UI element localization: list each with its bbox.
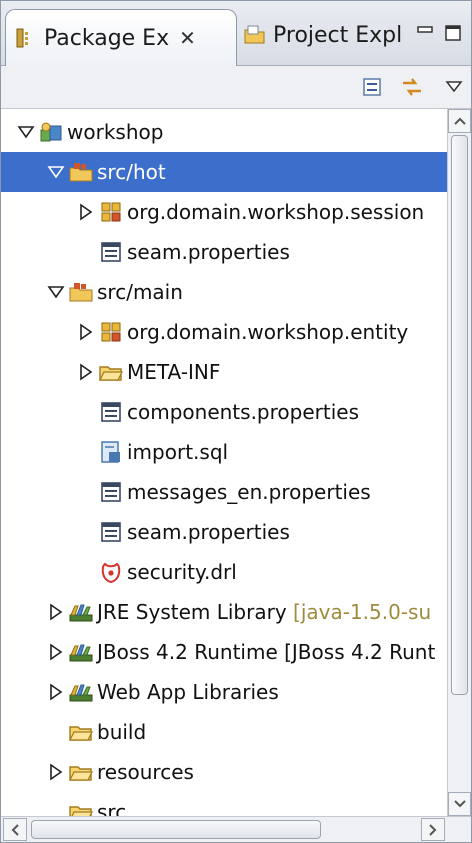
expand-triangle-icon[interactable] — [47, 763, 65, 781]
tree-item[interactable]: src — [1, 792, 447, 816]
expand-triangle-icon[interactable] — [47, 683, 65, 701]
properties-file-icon — [101, 482, 121, 502]
scroll-up-button[interactable] — [448, 109, 471, 133]
tree-item[interactable]: Web App Libraries — [1, 672, 447, 712]
expand-triangle-icon[interactable] — [77, 323, 95, 341]
tree-item[interactable]: components.properties — [1, 392, 447, 432]
properties-file-icon — [101, 242, 121, 262]
tree-item[interactable]: org.domain.workshop.entity — [1, 312, 447, 352]
tree-item[interactable]: src/hot — [1, 152, 447, 192]
expand-triangle-icon[interactable] — [47, 603, 65, 621]
folder-icon — [69, 806, 93, 816]
view-tab-bar: Package Ex ✕ Project Expl — [1, 1, 471, 66]
tree-item-label: build — [97, 720, 147, 744]
tab-project-explorer[interactable]: Project Expl — [237, 9, 407, 61]
vertical-scrollbar[interactable] — [447, 109, 471, 816]
tree-item[interactable]: META-INF — [1, 352, 447, 392]
package-explorer-icon — [16, 28, 28, 48]
scroll-left-button[interactable] — [3, 818, 27, 841]
tree-item-label: import.sql — [127, 440, 229, 464]
tree-item-label: META-INF — [127, 360, 221, 384]
source-folder-icon — [69, 283, 93, 302]
tree-item-label: security.drl — [127, 560, 237, 584]
collapse-triangle-icon[interactable] — [47, 283, 65, 301]
package-icon — [101, 322, 121, 342]
tree-item-label: seam.properties — [127, 240, 290, 264]
horizontal-scrollbar[interactable] — [1, 816, 471, 842]
link-with-editor-icon[interactable] — [399, 74, 425, 100]
collapse-all-icon[interactable] — [359, 74, 385, 100]
maximize-icon[interactable] — [443, 23, 463, 43]
tree-item[interactable]: JBoss 4.2 Runtime [JBoss 4.2 Runt — [1, 632, 447, 672]
expand-triangle-icon[interactable] — [77, 203, 95, 221]
tree-item[interactable]: security.drl — [1, 552, 447, 592]
tree-item-label: org.domain.workshop.session — [127, 200, 425, 224]
tree-item-label: JBoss 4.2 Runtime [JBoss 4.2 Runt — [97, 640, 436, 664]
folder-icon — [69, 726, 93, 741]
sql-file-icon — [101, 441, 120, 463]
tree-item-decoration: [java-1.5.0-su — [286, 600, 432, 624]
tab-close-icon[interactable]: ✕ — [179, 26, 196, 50]
folder-icon — [69, 766, 93, 781]
library-icon — [69, 604, 93, 622]
tree-item-label: Web App Libraries — [97, 680, 279, 704]
expand-triangle-icon[interactable] — [47, 643, 65, 661]
tree-item[interactable]: JRE System Library [java-1.5.0-su — [1, 592, 447, 632]
properties-file-icon — [101, 402, 121, 422]
scroll-down-button[interactable] — [448, 792, 471, 816]
tab-project-explorer-label: Project Expl — [273, 22, 403, 48]
tree-item[interactable]: seam.properties — [1, 512, 447, 552]
tree-item-label: src — [97, 800, 127, 816]
tree-item[interactable]: import.sql — [1, 432, 447, 472]
chevron-left-icon — [11, 823, 19, 836]
collapse-triangle-icon[interactable] — [17, 123, 35, 141]
library-icon — [69, 644, 93, 662]
tree-item-label: src/main — [97, 280, 183, 304]
project-icon — [40, 122, 62, 142]
folder-icon — [99, 366, 123, 381]
vertical-scroll-thumb[interactable] — [451, 135, 468, 695]
tree-item[interactable]: org.domain.workshop.session — [1, 192, 447, 232]
tree-item-label: messages_en.properties — [127, 480, 371, 504]
tree-item[interactable]: workshop — [1, 112, 447, 152]
tree-item[interactable]: seam.properties — [1, 232, 447, 272]
tree-item-label: JRE System Library [java-1.5.0-su — [97, 600, 432, 624]
expand-triangle-icon[interactable] — [77, 363, 95, 381]
package-icon — [101, 202, 121, 222]
tree-item-label: seam.properties — [127, 520, 290, 544]
tree-item-label: resources — [97, 760, 194, 784]
tree-item[interactable]: build — [1, 712, 447, 752]
project-explorer-icon — [244, 25, 265, 44]
minimize-icon[interactable] — [415, 23, 435, 43]
tree-item[interactable]: resources — [1, 752, 447, 792]
scroll-right-button[interactable] — [421, 818, 445, 841]
tree-item-label: src/hot — [97, 160, 166, 184]
source-folder-icon — [69, 163, 93, 182]
package-tree[interactable]: workshop src/hot org.domain.workshop.sessi… — [1, 109, 447, 816]
properties-file-icon — [101, 522, 121, 542]
tree-item-label: workshop — [67, 120, 164, 144]
view-toolbar — [1, 66, 471, 109]
package-explorer-view: Package Ex ✕ Project Expl workshop src/h… — [0, 0, 472, 843]
collapse-triangle-icon[interactable] — [47, 163, 65, 181]
tab-package-explorer[interactable]: Package Ex ✕ — [5, 9, 237, 66]
tree-item-label: org.domain.workshop.entity — [127, 320, 409, 344]
horizontal-scroll-thumb[interactable] — [31, 820, 321, 839]
tab-package-explorer-label: Package Ex — [44, 25, 170, 51]
chevron-right-icon — [429, 823, 437, 836]
tree-item-label: components.properties — [127, 400, 359, 424]
chevron-up-icon — [453, 117, 466, 125]
chevron-down-icon — [453, 800, 466, 808]
view-menu-icon[interactable] — [441, 74, 467, 100]
library-icon — [69, 684, 93, 702]
drools-file-icon — [101, 562, 121, 584]
tree-item[interactable]: src/main — [1, 272, 447, 312]
tree-item[interactable]: messages_en.properties — [1, 472, 447, 512]
